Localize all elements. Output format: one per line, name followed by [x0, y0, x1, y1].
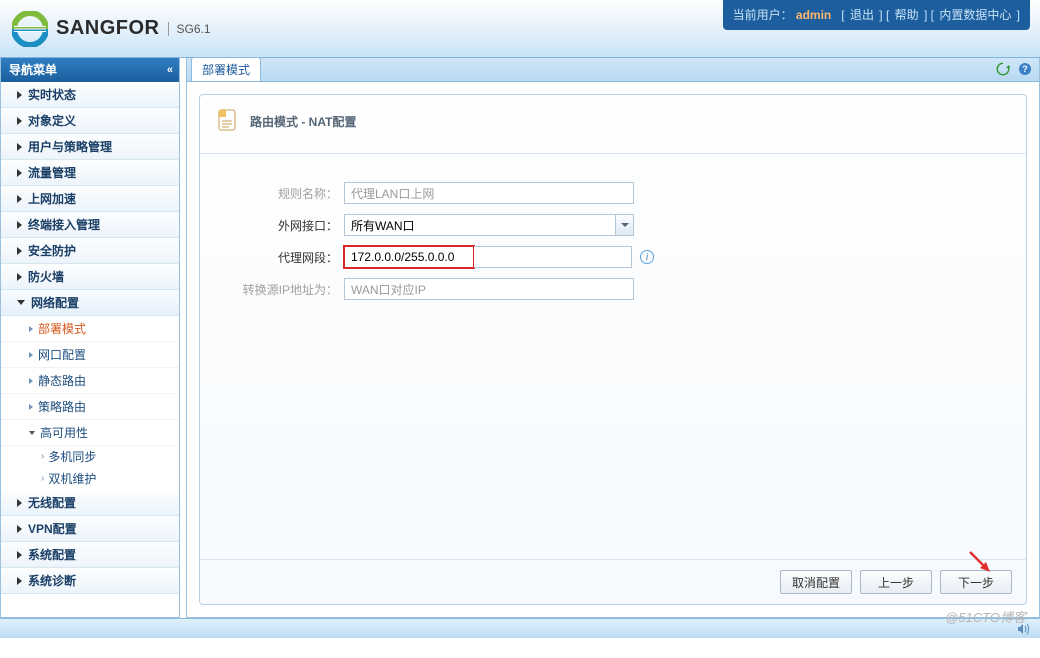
panel-title-bar: 路由模式 - NAT配置 [200, 95, 1026, 154]
config-panel: 路由模式 - NAT配置 规则名称： 外网接口： 所有WAN口 代理网段： [199, 94, 1027, 605]
app-header: SANGFOR SG6.1 当前用户： admin [ 退出 ] [ 帮助 ] … [0, 0, 1040, 58]
brand-logo [12, 11, 48, 47]
help-icon[interactable]: ? [1017, 61, 1033, 77]
current-user-label: 当前用户： [733, 8, 793, 22]
input-proxy-net-ext[interactable] [474, 246, 632, 268]
label-wan-if: 外网接口： [240, 217, 344, 234]
nav-object-def[interactable]: 对象定义 [1, 108, 179, 134]
sidebar: 导航菜单 « 实时状态 对象定义 用户与策略管理 流量管理 上网加速 终端接入管… [0, 58, 180, 618]
footer-bar [0, 618, 1040, 638]
input-trans-src[interactable] [344, 278, 634, 300]
nav-network-config[interactable]: 网络配置 [1, 290, 179, 316]
nav-accel[interactable]: 上网加速 [1, 186, 179, 212]
nav-security[interactable]: 安全防护 [1, 238, 179, 264]
nav-firewall[interactable]: 防火墙 [1, 264, 179, 290]
label-rule-name: 规则名称： [240, 185, 344, 202]
collapse-icon[interactable]: « [167, 58, 171, 82]
select-wan-if[interactable]: 所有WAN口 [344, 214, 634, 236]
nav-system-diag[interactable]: 系统诊断 [1, 568, 179, 594]
sidebar-title: 导航菜单 [9, 58, 57, 82]
version-text: SG6.1 [168, 22, 211, 36]
username: admin [796, 8, 831, 22]
nav-vpn[interactable]: VPN配置 [1, 516, 179, 542]
help-link[interactable]: 帮助 [895, 8, 919, 22]
cancel-button[interactable]: 取消配置 [780, 570, 852, 594]
sub-deploy-mode[interactable]: 部署模式 [1, 316, 179, 342]
nav-list: 实时状态 对象定义 用户与策略管理 流量管理 上网加速 终端接入管理 安全防护 … [1, 82, 179, 617]
nav-user-policy[interactable]: 用户与策略管理 [1, 134, 179, 160]
panel-title-text: 路由模式 - NAT配置 [250, 113, 356, 130]
speaker-icon[interactable] [1016, 622, 1032, 636]
nav-traffic[interactable]: 流量管理 [1, 160, 179, 186]
logout-link[interactable]: 退出 [850, 8, 874, 22]
input-proxy-net[interactable] [344, 246, 474, 268]
nav-realtime[interactable]: 实时状态 [1, 82, 179, 108]
user-area: 当前用户： admin [ 退出 ] [ 帮助 ] [ 内置数据中心 ] [723, 0, 1030, 30]
sub-policy-route[interactable]: 策略路由 [1, 394, 179, 420]
input-rule-name[interactable] [344, 182, 634, 204]
sidebar-header: 导航菜单 « [1, 58, 179, 82]
next-button[interactable]: 下一步 [940, 570, 1012, 594]
svg-text:?: ? [1022, 64, 1028, 74]
nav-wireless[interactable]: 无线配置 [1, 490, 179, 516]
tab-deploy-mode[interactable]: 部署模式 [191, 57, 261, 81]
prev-button[interactable]: 上一步 [860, 570, 932, 594]
datacenter-link[interactable]: 内置数据中心 [939, 8, 1011, 22]
nav-system-config[interactable]: 系统配置 [1, 542, 179, 568]
document-icon [214, 107, 242, 135]
label-proxy-net: 代理网段： [240, 249, 344, 266]
brand-text: SANGFOR [56, 17, 160, 40]
label-trans-src: 转换源IP地址为： [240, 281, 344, 298]
sub-interface-config[interactable]: 网口配置 [1, 342, 179, 368]
sub-ha-sync[interactable]: ›多机同步 [1, 446, 179, 468]
nav-terminal[interactable]: 终端接入管理 [1, 212, 179, 238]
sub-ha-dual[interactable]: ›双机维护 [1, 468, 179, 490]
info-icon[interactable]: i [640, 250, 654, 264]
refresh-icon[interactable] [995, 61, 1011, 77]
select-wan-if-value: 所有WAN口 [345, 217, 615, 234]
content-tabs: 部署模式 ? [187, 58, 1039, 82]
sub-ha[interactable]: 高可用性 [1, 420, 179, 446]
form-area: 规则名称： 外网接口： 所有WAN口 代理网段： i [200, 154, 1026, 559]
content-area: 部署模式 ? 路由模式 - NAT配置 规则名称： [186, 58, 1040, 618]
button-bar: 取消配置 上一步 下一步 [200, 559, 1026, 604]
sub-static-route[interactable]: 静态路由 [1, 368, 179, 394]
chevron-down-icon[interactable] [615, 215, 633, 235]
